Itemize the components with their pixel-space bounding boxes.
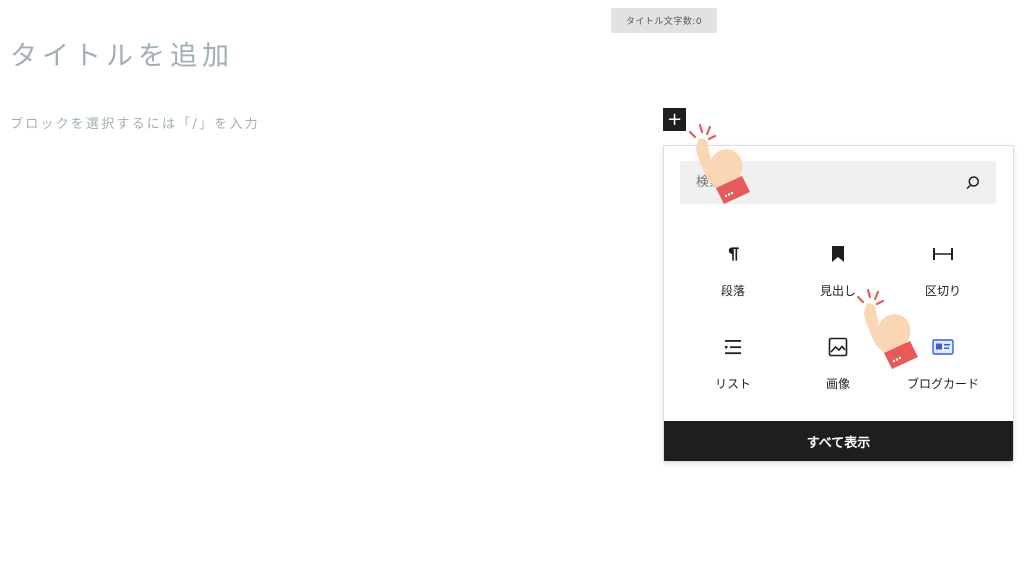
show-all-button[interactable]: すべて表示 bbox=[664, 421, 1013, 461]
block-hint-placeholder[interactable]: ブロックを選択するには「/」を入力 bbox=[10, 113, 260, 132]
blog-card-icon bbox=[931, 335, 955, 359]
separator-icon bbox=[931, 242, 955, 266]
post-title-placeholder[interactable]: タイトルを追加 bbox=[10, 34, 234, 73]
paragraph-icon bbox=[721, 242, 745, 266]
list-icon bbox=[721, 335, 745, 359]
block-label: 画像 bbox=[825, 377, 850, 391]
pointing-hand-icon bbox=[688, 123, 750, 204]
pointing-hand-icon bbox=[856, 288, 918, 369]
block-label: 段落 bbox=[720, 284, 745, 298]
block-label: リスト bbox=[714, 377, 751, 391]
search-icon[interactable] bbox=[964, 174, 982, 192]
heading-icon bbox=[826, 242, 850, 266]
block-label: 区切り bbox=[924, 284, 961, 298]
block-label: ブログカード bbox=[906, 377, 979, 391]
block-paragraph[interactable]: 段落 bbox=[681, 228, 785, 308]
title-character-count: タイトル文字数:0 bbox=[611, 8, 717, 33]
block-list[interactable]: リスト bbox=[681, 321, 785, 401]
